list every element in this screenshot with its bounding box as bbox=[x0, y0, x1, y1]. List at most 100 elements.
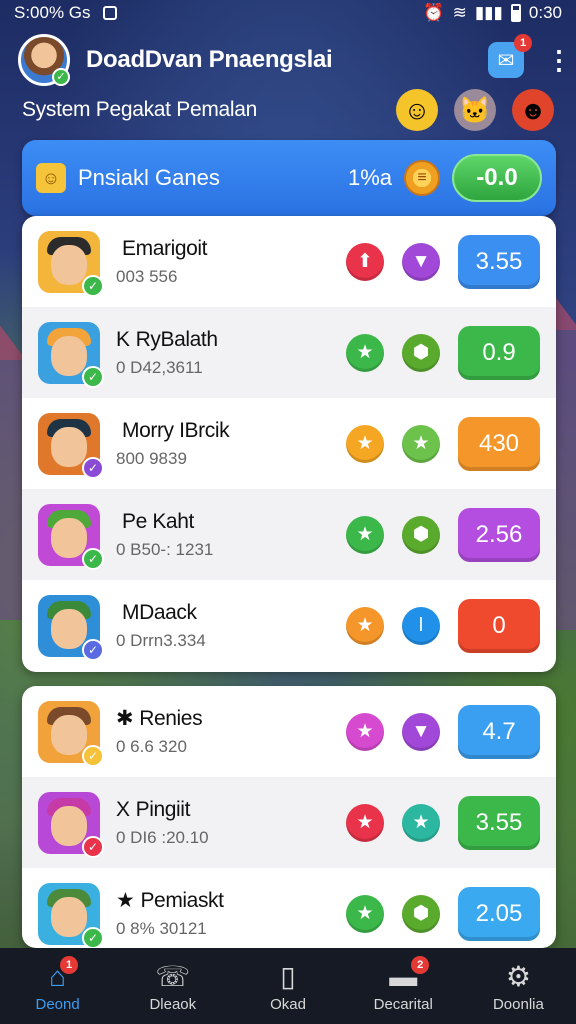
score-button[interactable]: 0.9 bbox=[458, 325, 540, 380]
game-avatar: ✓ bbox=[38, 230, 104, 297]
game-row[interactable]: ✓ Morry IBrcik 800 9839 ★ ★ 430 bbox=[22, 398, 556, 489]
messages-button[interactable]: ✉ 1 bbox=[488, 34, 532, 78]
game-avatar: ✓ bbox=[38, 412, 104, 479]
phone-icon: ☏ bbox=[155, 960, 191, 992]
nav-label: Dleaok bbox=[149, 995, 197, 1013]
chevron-down-icon[interactable]: ▼ bbox=[402, 242, 440, 281]
more-menu-icon[interactable]: ⋮ bbox=[546, 47, 572, 73]
game-name: MDaack bbox=[122, 600, 197, 624]
score-button[interactable]: 2.05 bbox=[458, 886, 540, 941]
star-icon[interactable]: ★ bbox=[346, 712, 384, 751]
verified-check-icon: ✓ bbox=[52, 68, 70, 86]
game-list-card: ✓ Emarigoit 003 556 ⬆ ▼ 3.55 ✓ K RyBalath… bbox=[22, 216, 556, 672]
nav-label: Okad bbox=[270, 995, 306, 1013]
banner-action-button[interactable]: -0.0 bbox=[452, 154, 542, 202]
game-meta: 0 D42,3611 bbox=[116, 357, 203, 377]
shield-icon[interactable]: ⬢ bbox=[402, 333, 440, 372]
game-meta: 0 DI6 :20.10 bbox=[116, 827, 209, 847]
game-avatar: ✓ bbox=[38, 321, 104, 388]
game-row[interactable]: ✓ Pe Kaht 0 B50-: 1231 ★ ⬢ 2.56 bbox=[22, 489, 556, 580]
bottom-navigation: ⌂ 1 Deond ☏ Dleaok ▯ Okad ▬ 2 Decarital ⚙ … bbox=[0, 948, 576, 1024]
star-icon[interactable]: ★ bbox=[346, 333, 384, 372]
game-row[interactable]: ✓ MDaack 0 Drrn3.334 ★ ǀ 0 bbox=[22, 580, 556, 671]
status-check-icon: ✓ bbox=[82, 835, 104, 858]
game-name: Pemiaskt bbox=[140, 889, 224, 912]
star-icon[interactable]: ★ bbox=[346, 894, 384, 933]
score-button[interactable]: 3.55 bbox=[458, 234, 540, 289]
nav-label: Deond bbox=[35, 995, 80, 1013]
status-check-icon: ✓ bbox=[82, 274, 104, 297]
name-prefix-icon: X bbox=[116, 797, 130, 821]
nav-item[interactable]: ▯ Okad bbox=[230, 960, 345, 1013]
star-icon[interactable]: ★ bbox=[346, 515, 384, 554]
avatar-face bbox=[51, 517, 87, 558]
star-icon[interactable]: ★ bbox=[346, 424, 384, 463]
profile-avatar[interactable]: ✓ bbox=[18, 34, 70, 86]
score-button[interactable]: 0 bbox=[458, 598, 540, 653]
coin-icon: ≡ bbox=[404, 160, 440, 196]
nav-item[interactable]: ⚙ Doonlia bbox=[461, 960, 576, 1013]
game-name: Morry IBrcik bbox=[122, 418, 230, 442]
wifi-icon: ≋ bbox=[452, 3, 467, 22]
nav-badge: 2 bbox=[411, 955, 430, 974]
game-name: Pingiit bbox=[135, 797, 191, 821]
game-meta: 0 Drrn3.334 bbox=[116, 630, 206, 650]
game-row[interactable]: ✓ X Pingiit 0 DI6 :20.10 ★ ★ 3.55 bbox=[22, 777, 556, 868]
battery-icon bbox=[510, 4, 521, 22]
mascot-cat-icon[interactable]: 🐱 bbox=[454, 89, 496, 131]
score-button[interactable]: 430 bbox=[458, 416, 540, 471]
status-bar: S:00% Gs ⏰ ≋ ▮▮▮ 0:30 bbox=[0, 0, 576, 26]
mascot-sun-icon[interactable]: ☺ bbox=[396, 89, 438, 131]
nav-item[interactable]: ⌂ 1 Deond bbox=[0, 955, 115, 1013]
game-avatar: ✓ bbox=[38, 594, 104, 661]
status-check-icon: ✓ bbox=[82, 365, 104, 388]
notification-icon bbox=[102, 6, 117, 20]
game-list-card-secondary: ✓ ✱ Renies 0 6.6 320 ★ ▼ 4.7 ✓ X Pingiit 0… bbox=[22, 686, 556, 948]
score-button[interactable]: 3.55 bbox=[458, 795, 540, 850]
nav-label: Doonlia bbox=[492, 995, 544, 1013]
shield-icon[interactable]: ⬢ bbox=[402, 515, 440, 554]
game-row[interactable]: ✓ Emarigoit 003 556 ⬆ ▼ 3.55 bbox=[22, 216, 556, 307]
game-avatar: ✓ bbox=[38, 791, 104, 858]
chevron-down-icon[interactable]: ▼ bbox=[402, 712, 440, 751]
page-subtitle: System Pegakat Pemalan bbox=[22, 98, 258, 121]
game-row[interactable]: ✓ ★ Pemiaskt 0 8% 30121 ★ ⬢ 2.05 bbox=[22, 868, 556, 948]
game-avatar: ✓ bbox=[38, 882, 104, 948]
shield-icon[interactable]: ⬢ bbox=[402, 894, 440, 933]
game-name: Renies bbox=[139, 707, 203, 730]
name-prefix-icon: K bbox=[116, 327, 130, 351]
mail-icon: ✉ bbox=[497, 49, 515, 72]
app-title: DoadDvan Pnaengslai bbox=[86, 46, 333, 73]
nav-badge: 1 bbox=[60, 955, 79, 974]
game-name: Emarigoit bbox=[122, 236, 208, 260]
nav-item[interactable]: ▬ 2 Decarital bbox=[346, 955, 461, 1013]
arrow-up-icon[interactable]: ⬆ bbox=[346, 242, 384, 281]
star-icon[interactable]: ★ bbox=[346, 803, 384, 842]
status-left-text: S:00% Gs bbox=[14, 3, 91, 22]
status-check-icon: ✓ bbox=[82, 547, 104, 570]
star-icon[interactable]: ★ bbox=[402, 424, 440, 463]
avatar-face bbox=[51, 426, 87, 467]
game-row[interactable]: ✓ ✱ Renies 0 6.6 320 ★ ▼ 4.7 bbox=[22, 686, 556, 777]
star-icon[interactable]: ★ bbox=[402, 803, 440, 842]
star-icon[interactable]: ★ bbox=[346, 606, 384, 645]
info-icon[interactable]: ǀ bbox=[402, 606, 440, 645]
avatar-face bbox=[51, 714, 87, 755]
messages-badge: 1 bbox=[514, 34, 532, 52]
signal-icon: ▮▮▮ bbox=[474, 3, 503, 22]
nav-item[interactable]: ☏ Dleaok bbox=[115, 960, 230, 1013]
score-button[interactable]: 2.56 bbox=[458, 507, 540, 562]
game-avatar: ✓ bbox=[38, 503, 104, 570]
game-meta: 003 556 bbox=[116, 266, 178, 286]
status-check-icon: ✓ bbox=[82, 638, 104, 661]
status-check-icon: ✓ bbox=[82, 926, 104, 948]
game-row[interactable]: ✓ K RyBalath 0 D42,3611 ★ ⬢ 0.9 bbox=[22, 307, 556, 398]
featured-banner[interactable]: ☺ Pnsiakl Ganes 1%a ≡ -0.0 bbox=[22, 140, 556, 216]
home-icon: ⌂ 1 bbox=[49, 955, 79, 994]
game-name: RyBalath bbox=[135, 327, 218, 351]
score-button[interactable]: 4.7 bbox=[458, 704, 540, 759]
banner-count: 1%a bbox=[347, 165, 392, 190]
mascot-mushroom-icon[interactable]: ☻ bbox=[512, 89, 554, 131]
alarm-icon: ⏰ bbox=[423, 3, 445, 22]
status-time: 0:30 bbox=[528, 3, 562, 22]
